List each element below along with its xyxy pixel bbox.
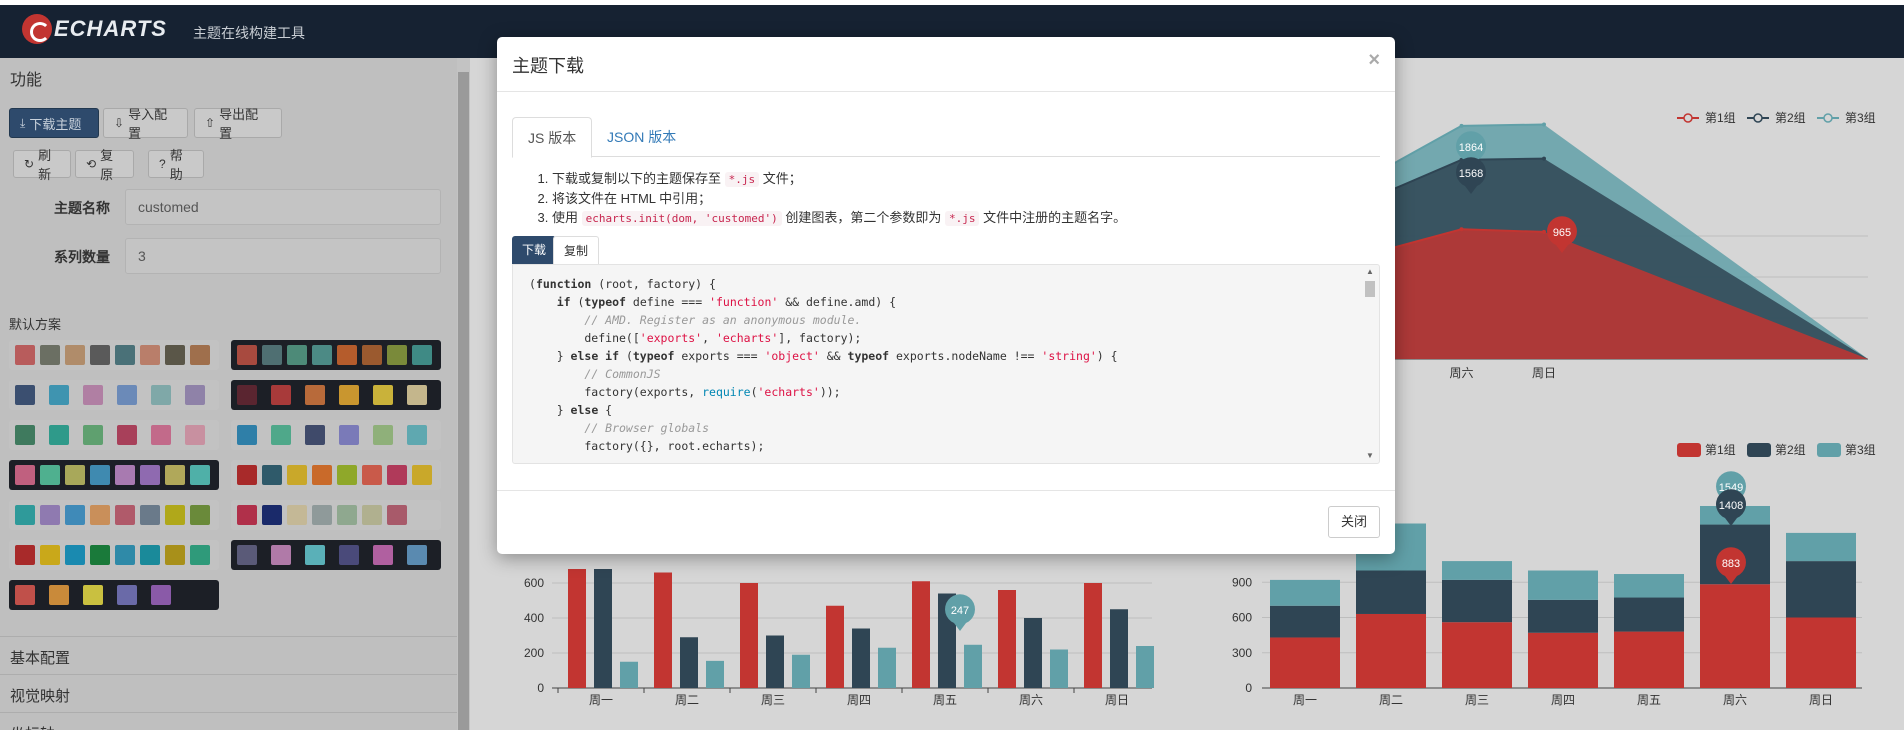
theme-download-modal: 主题下载 × JS 版本 JSON 版本 下载或复制以下的主题保存至 *.js … xyxy=(497,37,1395,554)
step-2: 将该文件在 HTML 中引用； xyxy=(552,189,1126,208)
modal-header: 主题下载 × xyxy=(497,37,1395,92)
modal-footer: 关闭 xyxy=(497,490,1395,554)
echarts-logo-icon xyxy=(22,14,52,44)
brand-text: ECHARTS xyxy=(54,16,167,41)
scroll-up-icon[interactable]: ▲ xyxy=(1365,267,1375,276)
close-button[interactable]: 关闭 xyxy=(1327,506,1380,538)
theme-code: (function (root, factory) { if (typeof d… xyxy=(529,277,1118,453)
brand[interactable]: ECHARTS xyxy=(22,14,167,44)
modal-title: 主题下载 xyxy=(512,56,584,76)
instruction-steps: 下载或复制以下的主题保存至 *.js 文件； 将该文件在 HTML 中引用； 使… xyxy=(552,169,1126,228)
tab-json-version[interactable]: JSON 版本 xyxy=(592,117,691,158)
theme-code-block[interactable]: (function (root, factory) { if (typeof d… xyxy=(512,264,1380,464)
step-1: 下载或复制以下的主题保存至 *.js 文件； xyxy=(552,169,1126,189)
subtab-download[interactable]: 下载 xyxy=(512,236,557,264)
tab-js-version[interactable]: JS 版本 xyxy=(512,117,593,158)
close-icon[interactable]: × xyxy=(1368,49,1380,72)
step-3: 使用 echarts.init(dom, 'customed') 创建图表，第二… xyxy=(552,208,1126,228)
subtab-copy[interactable]: 复制 xyxy=(553,236,600,264)
scroll-down-icon[interactable]: ▼ xyxy=(1365,451,1375,460)
code-scrollbar-thumb[interactable] xyxy=(1365,281,1375,297)
code-scrollbar[interactable]: ▲ ▼ xyxy=(1363,267,1377,461)
nav-subtitle: 主题在线构建工具 xyxy=(193,25,305,41)
version-tabs: JS 版本 JSON 版本 xyxy=(512,117,1380,158)
